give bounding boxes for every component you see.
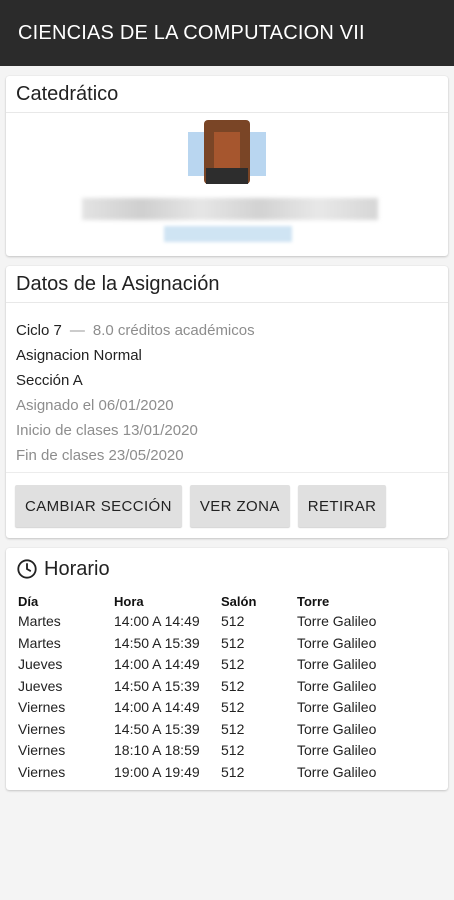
row-dia: Viernes [18, 720, 66, 737]
row-torre: Torre Galileo [297, 656, 377, 672]
header-hora: Hora [114, 594, 144, 609]
row-salon: 512 [221, 634, 245, 651]
row-salon: 512 [221, 720, 245, 737]
cycle-line: Ciclo 7 — 8.0 créditos académicos [16, 318, 255, 343]
row-salon: 512 [221, 613, 245, 629]
withdraw-button[interactable]: RETIRAR [297, 485, 387, 527]
divider [6, 472, 448, 473]
section-label: Sección A [16, 372, 83, 389]
row-dia: Viernes [18, 699, 66, 715]
row-salon: 512 [221, 677, 245, 694]
clock-icon [17, 559, 37, 579]
row-dia: Jueves [18, 677, 63, 694]
app-title: CIENCIAS DE LA COMPUTACION VII [18, 21, 365, 44]
classes-end-date: Fin de clases 23/05/2020 [16, 447, 184, 464]
row-hora: 14:50 A 15:39 [114, 720, 200, 737]
assignment-type: Asignacion Normal [16, 347, 142, 364]
schedule-card: Horario Día Hora Salón Torre Martes 14:0… [6, 548, 448, 790]
row-hora: 14:00 A 14:49 [114, 699, 200, 715]
professor-name-redacted [82, 198, 378, 220]
header-salon: Salón [221, 594, 257, 609]
row-torre: Torre Galileo [297, 677, 377, 694]
row-salon: 512 [221, 656, 245, 672]
row-hora: 14:50 A 15:39 [114, 677, 200, 694]
change-section-button[interactable]: CAMBIAR SECCIÓN [15, 485, 182, 527]
schedule-title-row: Horario [16, 556, 110, 582]
row-hora: 18:10 A 18:59 [114, 742, 200, 758]
row-hora: 14:00 A 14:49 [114, 613, 200, 629]
row-torre: Torre Galileo [297, 634, 377, 651]
row-hora: 14:00 A 14:49 [114, 656, 200, 672]
row-salon: 512 [221, 742, 245, 758]
row-hora: 14:50 A 15:39 [114, 634, 200, 651]
professor-card-title: Catedrático [6, 76, 448, 113]
professor-email-redacted[interactable] [164, 226, 292, 242]
assignment-card-title: Datos de la Asignación [6, 266, 448, 303]
row-dia: Viernes [18, 742, 66, 758]
row-dia: Viernes [18, 763, 66, 780]
row-dia: Martes [18, 634, 61, 651]
assignment-info: Ciclo 7 — 8.0 créditos académicos Asignaci… [16, 318, 255, 468]
assignment-card: Datos de la Asignación Ciclo 7 — 8.0 crédi… [6, 266, 448, 538]
cycle-label: Ciclo 7 [16, 322, 62, 339]
row-salon: 512 [221, 699, 245, 715]
row-salon: 512 [221, 763, 245, 780]
row-torre: Torre Galileo [297, 613, 377, 629]
row-torre: Torre Galileo [297, 763, 377, 780]
header-dia: Día [18, 594, 39, 609]
view-zone-button[interactable]: VER ZONA [189, 485, 290, 527]
row-torre: Torre Galileo [297, 699, 377, 715]
row-dia: Jueves [18, 656, 63, 672]
professor-avatar [188, 118, 266, 188]
app-bar: CIENCIAS DE LA COMPUTACION VII [0, 0, 454, 66]
row-hora: 19:00 A 19:49 [114, 763, 200, 780]
classes-start-date: Inicio de clases 13/01/2020 [16, 422, 198, 439]
assignment-actions: CAMBIAR SECCIÓN VER ZONA RETIRAR [15, 485, 387, 527]
header-torre: Torre [297, 594, 330, 609]
assigned-date: Asignado el 06/01/2020 [16, 397, 174, 414]
row-dia: Martes [18, 613, 61, 629]
credits-label: 8.0 créditos académicos [92, 322, 255, 339]
row-torre: Torre Galileo [297, 720, 377, 737]
schedule-title: Horario [44, 557, 110, 580]
row-torre: Torre Galileo [297, 742, 377, 758]
cycle-separator: — [69, 322, 85, 339]
